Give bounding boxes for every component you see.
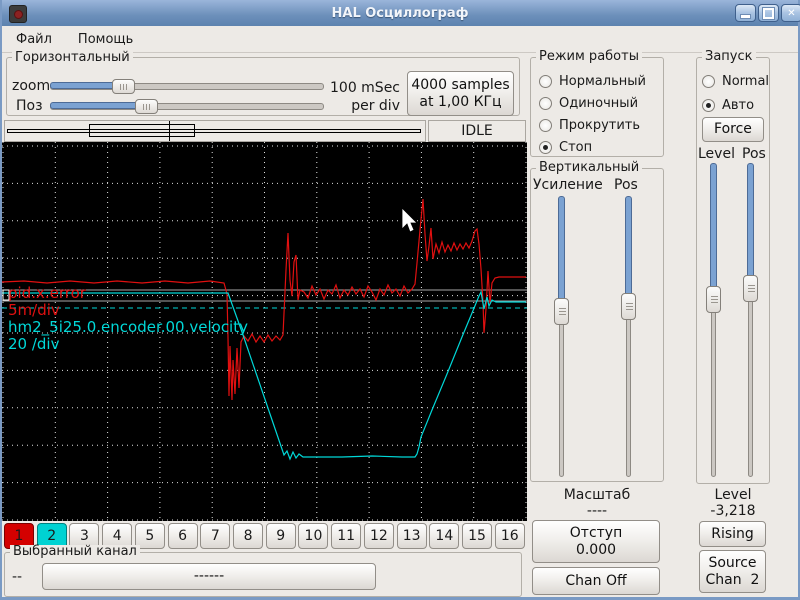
trigger-frame-label: Запуск [702, 50, 756, 63]
app-icon [9, 5, 27, 23]
channel-button-13[interactable]: 13 [396, 523, 427, 549]
channel-button-12[interactable]: 12 [363, 523, 394, 549]
record-position-bar [4, 120, 426, 142]
selected-channel-frame-label: Выбранный канал [10, 545, 140, 558]
trigger-level-label: Level [698, 146, 735, 162]
vertical-frame [530, 168, 664, 482]
channel-button-14[interactable]: 14 [429, 523, 460, 549]
gain-slider-fill [558, 196, 565, 308]
record-window-box [89, 124, 195, 137]
force-button[interactable]: Force [702, 117, 764, 142]
trigger-level-slider[interactable] [706, 163, 721, 477]
radio-normal-mode[interactable]: Нормальный [539, 72, 646, 90]
channel-button-15[interactable]: 15 [462, 523, 493, 549]
zoom-slider-label: zoom [12, 78, 51, 94]
channel1-name-label: pid.x.error [8, 284, 87, 302]
gain-slider-track [559, 307, 564, 477]
radio-icon [539, 118, 552, 132]
record-position-marker [169, 121, 170, 141]
trigger-pos-slider-fill [747, 163, 754, 285]
zoom-slider-fill [50, 82, 120, 89]
offset-button[interactable]: Отступ 0.000 [532, 520, 660, 563]
vertical-pos-slider-handle[interactable] [621, 293, 636, 320]
title-bar: HAL Осциллограф ✕ [2, 0, 800, 27]
trigger-source-button[interactable]: Source Chan 2 [699, 550, 766, 593]
radio-icon [539, 74, 552, 88]
close-button[interactable]: ✕ [781, 4, 800, 22]
channel-button-8[interactable]: 8 [233, 523, 264, 549]
menu-help[interactable]: Помощь [74, 30, 137, 49]
channel1-scale-label: 5m/div [8, 301, 60, 319]
radio-icon [539, 96, 552, 110]
vertical-frame-label: Вертикальный [536, 161, 643, 174]
scale-value: ---- [586, 503, 608, 519]
minimize-button[interactable] [735, 4, 756, 22]
radio-roll-mode[interactable]: Прокрутить [539, 116, 640, 134]
time-per-div: 100 mSec per div [330, 80, 401, 114]
channel2-scale-label: 20 /div [8, 335, 60, 353]
record-window-line [7, 129, 421, 133]
trigger-edge-button[interactable]: Rising [699, 521, 766, 547]
radio-stop-mode[interactable]: Стоп [539, 138, 592, 156]
trigger-pos-slider-handle[interactable] [743, 275, 758, 302]
maximize-icon [762, 6, 775, 20]
close-icon: ✕ [787, 7, 796, 19]
run-mode-frame-label: Режим работы [536, 50, 642, 63]
channel-button-10[interactable]: 10 [298, 523, 329, 549]
trigger-level-readout-label: Level [714, 487, 752, 503]
scope-display[interactable]: pid.x.error 5m/div hm2_5i25.0.encoder.00… [2, 142, 527, 521]
radio-icon [539, 140, 552, 154]
gain-slider[interactable] [554, 196, 569, 477]
vertical-pos-slider[interactable] [621, 196, 636, 477]
window-title: HAL Осциллограф [331, 5, 469, 21]
status-badge: IDLE [428, 120, 526, 142]
zoom-slider[interactable] [50, 79, 324, 94]
pos-slider-label: Поз [16, 98, 43, 114]
radio-trigger-auto[interactable]: Авто [702, 96, 754, 114]
app-window: HAL Осциллограф ✕ Файл Помощь Горизонтал… [0, 0, 800, 600]
gain-slider-handle[interactable] [554, 298, 569, 325]
menu-file[interactable]: Файл [12, 30, 56, 49]
trigger-level-slider-track [711, 295, 716, 477]
vertical-pos-slider-fill [625, 196, 632, 303]
channel-button-9[interactable]: 9 [265, 523, 296, 549]
position-slider[interactable] [50, 99, 324, 114]
chan-off-button[interactable]: Chan Off [532, 567, 660, 595]
gain-label: Усиление [533, 177, 603, 193]
channel-button-6[interactable]: 6 [167, 523, 198, 549]
zoom-slider-handle[interactable] [112, 79, 135, 94]
vertical-pos-slider-track [626, 302, 631, 477]
mouse-cursor-icon [401, 207, 418, 233]
channel-button-16[interactable]: 16 [494, 523, 525, 549]
radio-single-mode[interactable]: Одиночный [539, 94, 638, 112]
vertical-pos-label: Pos [614, 177, 638, 193]
position-slider-fill [50, 102, 142, 109]
trigger-pos-slider-track [748, 284, 753, 477]
trigger-pos-label: Pos [742, 146, 766, 162]
horizontal-frame-label: Горизонтальный [12, 51, 133, 64]
position-slider-handle[interactable] [135, 99, 158, 114]
channel-button-11[interactable]: 11 [331, 523, 362, 549]
trigger-level-readout-value: -3,218 [710, 503, 756, 519]
selected-channel-short: -- [12, 569, 23, 585]
menu-bar: Файл Помощь [2, 26, 798, 53]
radio-trigger-normal[interactable]: Normal [702, 72, 769, 90]
selected-channel-button[interactable]: ------ [42, 563, 376, 590]
trigger-level-slider-handle[interactable] [706, 286, 721, 313]
maximize-button[interactable] [758, 4, 779, 22]
radio-icon [702, 74, 715, 88]
radio-icon [702, 98, 715, 112]
samples-button[interactable]: 4000 samples at 1,00 КГц [407, 71, 514, 116]
minimize-icon [740, 14, 751, 19]
trigger-level-slider-fill [710, 163, 717, 296]
scope-svg: pid.x.error 5m/div hm2_5i25.0.encoder.00… [2, 142, 527, 521]
scale-label: Масштаб [563, 487, 631, 503]
channel-button-7[interactable]: 7 [200, 523, 231, 549]
trigger-pos-slider[interactable] [743, 163, 758, 477]
